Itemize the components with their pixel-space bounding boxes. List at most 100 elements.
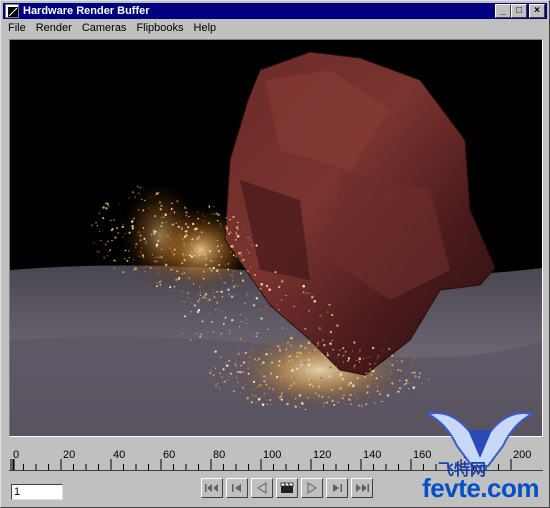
particle [235,231,237,233]
particle [391,364,394,367]
minimize-button[interactable]: _ [495,4,511,18]
particle [113,267,115,269]
particle [102,206,105,209]
play-forward-button[interactable] [301,478,323,498]
play-backward-button[interactable] [251,478,273,498]
particle [377,398,379,400]
particle [144,199,146,202]
particle [157,233,160,235]
particle [172,252,176,256]
particle [348,359,350,361]
particle [170,231,172,233]
particle [173,248,176,251]
particle [176,200,179,203]
step-forward-button[interactable] [326,478,348,498]
particle [249,266,252,269]
particle [268,387,271,389]
particle [187,292,190,295]
menu-help[interactable]: Help [189,22,222,34]
particle [317,394,321,397]
particle [217,383,219,385]
particle [164,263,168,267]
particle [365,377,368,380]
go-to-start-button[interactable] [201,478,223,498]
menu-render[interactable]: Render [31,22,77,34]
particle [278,384,281,387]
particle [279,380,281,383]
particle [97,250,99,252]
menu-file[interactable]: File [3,22,31,34]
particle [234,363,237,366]
particle [237,221,239,224]
particle [386,394,390,397]
particle [285,295,287,297]
particle [191,302,193,305]
particle [200,247,204,251]
particle [213,296,216,299]
particle [198,285,201,288]
particle [256,385,259,388]
particle [280,383,282,385]
particle [220,290,222,293]
particle [158,191,160,193]
title-bar[interactable]: Hardware Render Buffer _ □ × [3,3,547,19]
particle [201,231,203,233]
particle [360,403,363,406]
maximize-button[interactable]: □ [511,4,527,18]
particle [259,402,261,404]
particle [263,395,265,397]
current-frame-field[interactable]: 1 [11,484,63,500]
particle [294,406,297,409]
particle [131,191,135,194]
particle [225,364,229,367]
play-backward-icon [257,482,267,494]
particle [261,386,263,388]
particle [272,389,275,392]
menu-cameras[interactable]: Cameras [77,22,132,34]
particle [278,364,280,367]
particle [184,315,187,318]
particle [239,337,242,340]
app-icon[interactable] [5,4,19,18]
particle [263,392,266,395]
particle [213,366,215,368]
particle [342,347,345,350]
go-to-end-button[interactable] [351,478,373,498]
menu-flipbooks[interactable]: Flipbooks [131,22,188,34]
particle [231,244,234,247]
particle [224,317,227,320]
particle [281,279,283,281]
particle [201,317,203,319]
particle [142,255,145,258]
render-viewport[interactable] [9,39,543,437]
particle [212,331,215,333]
particle [289,384,293,387]
particle [107,240,109,243]
particle [188,254,191,257]
particle [181,300,184,303]
particle [240,313,242,316]
particle [193,273,195,275]
particle [218,269,220,271]
window-title: Hardware Render Buffer [23,5,150,17]
particle [197,217,200,220]
particle [134,196,136,198]
tick-label: 60 [163,449,175,461]
particle [265,353,268,356]
particle [404,382,407,385]
particle [320,376,323,380]
particle [137,185,139,188]
step-back-button[interactable] [226,478,248,498]
particle [220,356,222,358]
close-button[interactable]: × [529,4,545,18]
particle [208,255,212,258]
particle [397,390,400,393]
particle [205,258,207,260]
particle [113,219,115,221]
clapper-button[interactable] [276,478,298,498]
particle [307,363,311,367]
particle [389,371,393,375]
particle [232,390,235,393]
particle [207,239,209,241]
particle [191,238,194,241]
